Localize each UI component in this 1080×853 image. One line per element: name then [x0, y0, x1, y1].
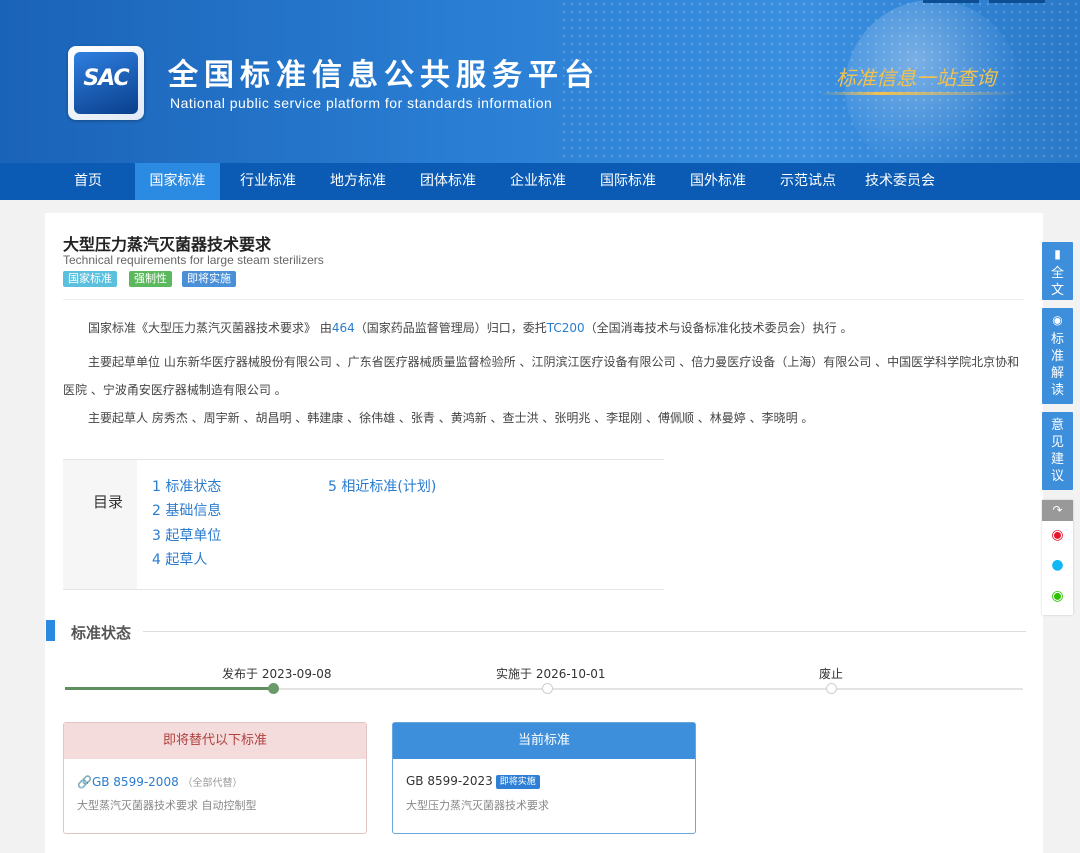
current-card-header: 当前标准	[393, 723, 695, 759]
nav-item-group[interactable]: 团体标准	[406, 163, 490, 200]
toc-item-units[interactable]: 3 起草单位	[152, 525, 221, 545]
slogan-underline	[820, 92, 1020, 95]
p1-prefix: 国家标准《大型压力蒸汽灭菌器技术要求》 由	[88, 321, 332, 335]
top-link-1[interactable]	[923, 0, 979, 3]
weibo-icon[interactable]: ◉	[1047, 525, 1068, 546]
fulltext-button[interactable]: ▮ 全文	[1042, 242, 1073, 300]
section-rule	[143, 631, 1026, 632]
current-badge: 即将实施	[495, 775, 540, 789]
timeline-dot-abolished	[826, 683, 837, 694]
feedback-label: 意见建议	[1050, 418, 1064, 484]
wechat-icon[interactable]: ◉	[1047, 586, 1068, 607]
badge-mandatory: 强制性	[129, 271, 172, 287]
p1-mid: （国家药品监督管理局）归口，委托	[354, 321, 547, 335]
timeline-dot-effective	[542, 683, 553, 694]
nav-item-industry[interactable]: 行业标准	[226, 163, 310, 200]
timeline-label-effective: 实施于 2026-10-01	[496, 667, 606, 681]
tc-link-tc200[interactable]: TC200	[547, 321, 585, 335]
feedback-button[interactable]: 意见建议	[1042, 412, 1073, 490]
nav-item-local[interactable]: 地方标准	[316, 163, 400, 200]
current-card-code: GB 8599-2023 即将实施	[406, 774, 540, 789]
nav-item-home[interactable]: 首页	[58, 163, 118, 200]
target-icon: ◉	[1052, 313, 1063, 327]
toc-item-basic[interactable]: 2 基础信息	[152, 500, 221, 520]
description-p3: 主要起草人 房秀杰 、周宇新 、胡昌明 、韩建康 、徐伟雄 、张青 、黄鸿新 、…	[88, 411, 814, 425]
share-icon[interactable]: ↷	[1042, 500, 1073, 521]
section-marker	[46, 620, 55, 641]
nav-item-committee[interactable]: 技术委员会	[856, 163, 944, 200]
p1-suffix: （全国消毒技术与设备标准化技术委员会）执行 。	[584, 321, 853, 335]
toc-item-similar[interactable]: 5 相近标准(计划)	[328, 476, 436, 496]
nav-item-national[interactable]: 国家标准	[135, 163, 220, 200]
logo-text: SAC	[83, 66, 129, 91]
toc-item-drafters[interactable]: 4 起草人	[152, 549, 207, 569]
replace-card: 即将替代以下标准 🔗GB 8599-2008 （全部代替） 大型蒸汽灭菌器技术要…	[63, 722, 367, 834]
nav-item-international[interactable]: 国际标准	[586, 163, 670, 200]
toc-item-status[interactable]: 1 标准状态	[152, 476, 221, 496]
sac-logo[interactable]: SAC	[68, 46, 144, 120]
tc-link-464[interactable]: 464	[332, 321, 355, 335]
qq-icon[interactable]: ●	[1047, 555, 1068, 576]
share-panel: ↷ ◉ ● ◉	[1042, 500, 1073, 615]
interpretation-label: 标准解读	[1050, 332, 1064, 398]
site-subtitle: National public service platform for sta…	[170, 95, 553, 111]
toc-label-bg	[63, 460, 137, 589]
main-nav: 首页 国家标准 行业标准 地方标准 团体标准 企业标准 国际标准 国外标准 示范…	[0, 163, 1080, 200]
replace-note: （全部代替）	[182, 778, 243, 789]
nav-item-pilot[interactable]: 示范试点	[766, 163, 850, 200]
timeline-progress	[65, 687, 274, 690]
section-title: 标准状态	[71, 624, 132, 642]
standard-title: 大型压力蒸汽灭菌器技术要求	[63, 235, 272, 254]
fulltext-label: 全文	[1050, 266, 1064, 298]
current-card-desc: 大型压力蒸汽灭菌器技术要求	[406, 799, 549, 812]
description-p1: 国家标准《大型压力蒸汽灭菌器技术要求》 由464（国家药品监督管理局）归口，委托…	[63, 314, 1028, 342]
toc-label: 目录	[93, 493, 124, 511]
site-title: 全国标准信息公共服务平台	[168, 58, 600, 93]
badge-national: 国家标准	[63, 271, 117, 287]
replace-code[interactable]: GB 8599-2008	[92, 775, 179, 789]
replace-card-header: 即将替代以下标准	[64, 723, 366, 759]
site-banner: SAC 全国标准信息公共服务平台 National public service…	[0, 0, 1080, 163]
top-link-2[interactable]	[989, 0, 1045, 3]
divider	[63, 299, 1024, 300]
timeline-dot-published	[268, 683, 279, 694]
document-icon: ▮	[1054, 247, 1061, 261]
timeline-label-abolished: 废止	[819, 667, 844, 681]
description-p2: 主要起草单位 山东新华医疗器械股份有限公司 、广东省医疗器械质量监督检验所 、江…	[63, 355, 1020, 397]
slogan: 标准信息一站查询	[836, 66, 996, 90]
interpretation-button[interactable]: ◉ 标准解读	[1042, 308, 1073, 404]
replace-card-desc: 大型蒸汽灭菌器技术要求 自动控制型	[77, 799, 257, 812]
current-card: 当前标准 GB 8599-2023 即将实施 大型压力蒸汽灭菌器技术要求	[392, 722, 696, 834]
badge-upcoming: 即将实施	[182, 271, 236, 287]
current-code: GB 8599-2023	[406, 774, 493, 788]
link-icon: 🔗	[77, 775, 92, 789]
nav-item-foreign[interactable]: 国外标准	[676, 163, 760, 200]
timeline-label-published: 发布于 2023-09-08	[222, 667, 332, 681]
nav-item-enterprise[interactable]: 企业标准	[496, 163, 580, 200]
replace-card-code[interactable]: 🔗GB 8599-2008 （全部代替）	[77, 774, 243, 789]
standard-title-en: Technical requirements for large steam s…	[63, 253, 324, 267]
